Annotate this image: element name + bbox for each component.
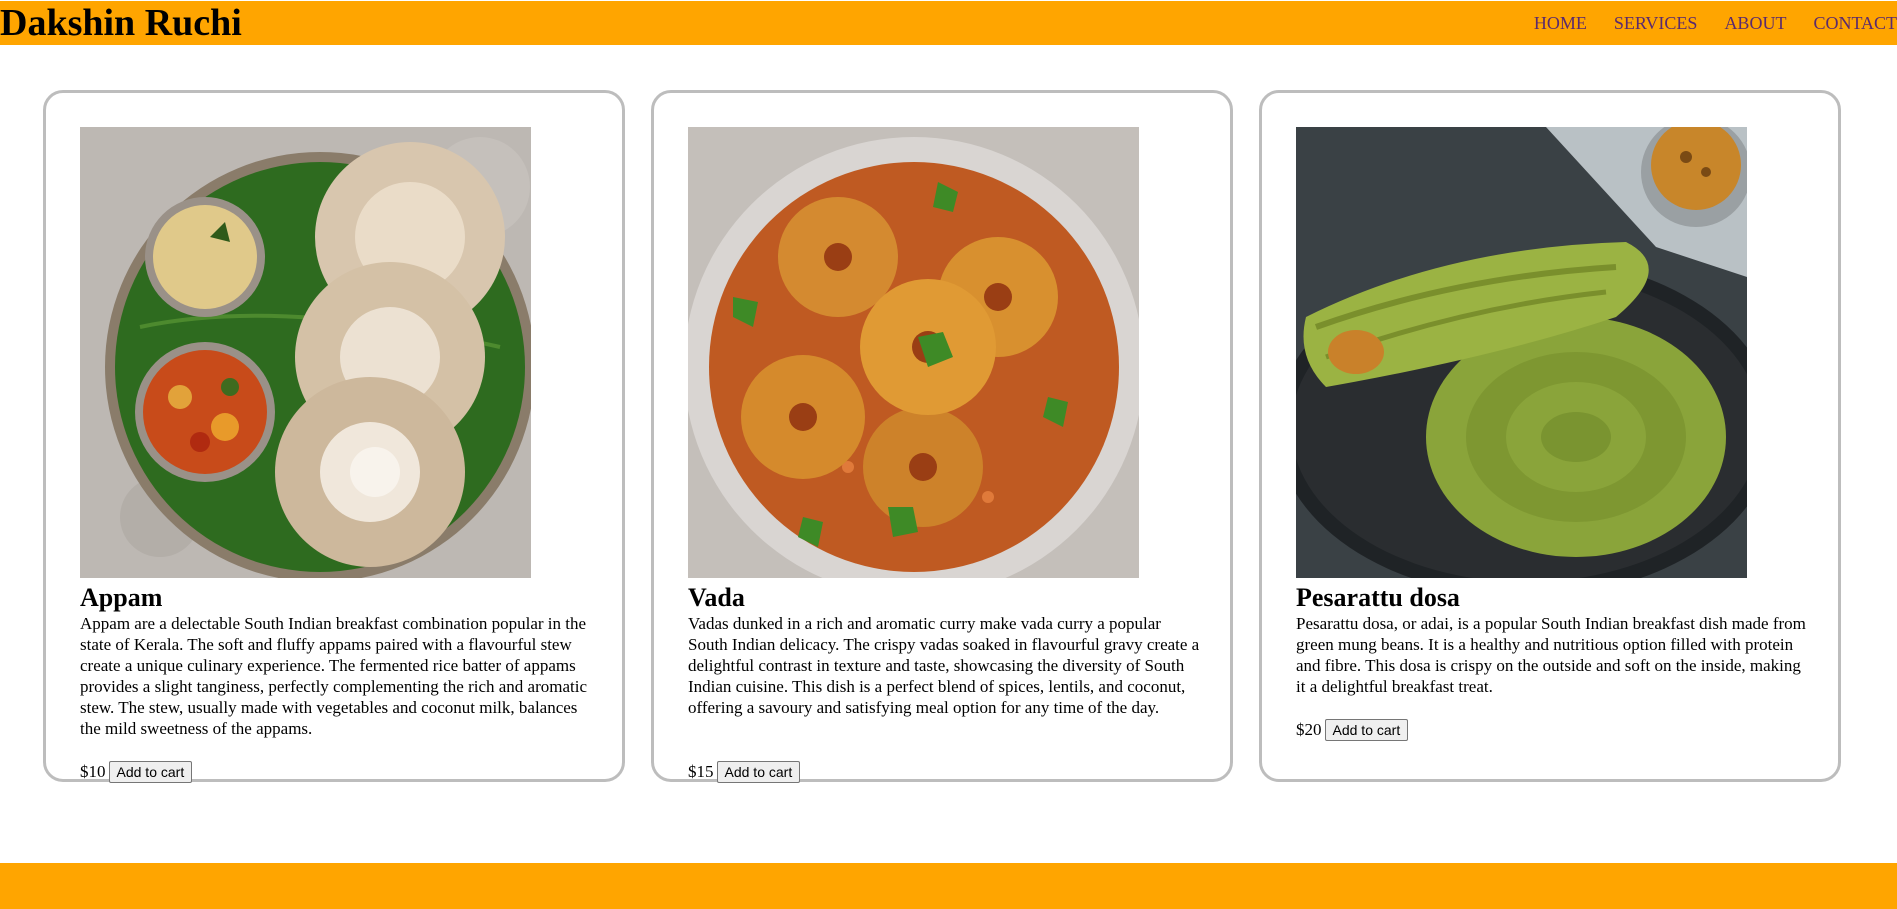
nav-contact-link[interactable]: CONTACT	[1813, 11, 1897, 35]
main-nav: HOME SERVICES ABOUT CONTACT	[1534, 11, 1897, 35]
product-description: Appam are a delectable South Indian brea…	[80, 614, 588, 738]
product-card-appam: Appam Appam are a delectable South India…	[43, 90, 625, 783]
add-to-cart-button[interactable]: Add to cart	[108, 761, 193, 783]
add-to-cart-button[interactable]: Add to cart	[716, 761, 801, 783]
product-title: Vada	[688, 583, 745, 612]
nav-about-link[interactable]: ABOUT	[1724, 11, 1786, 35]
pesarattu-dosa-image	[1296, 127, 1747, 578]
product-card-vada: Vada Vadas dunked in a rich and aromatic…	[651, 90, 1233, 783]
product-description: Pesarattu dosa, or adai, is a popular So…	[1296, 614, 1806, 696]
buy-row: $15 Add to cart	[688, 761, 801, 783]
product-description: Vadas dunked in a rich and aromatic curr…	[688, 614, 1200, 717]
nav-services-link[interactable]: SERVICES	[1614, 11, 1698, 35]
nav-home-link[interactable]: HOME	[1534, 11, 1587, 35]
product-price: $10	[80, 762, 106, 781]
buy-row: $10 Add to cart	[80, 761, 193, 783]
product-title: Appam	[80, 583, 163, 612]
product-list: Appam Appam are a delectable South India…	[43, 90, 1841, 783]
product-title: Pesarattu dosa	[1296, 583, 1460, 612]
buy-row: $20 Add to cart	[1296, 719, 1409, 741]
site-footer	[0, 863, 1897, 909]
site-header: Dakshin Ruchi HOME SERVICES ABOUT CONTAC…	[0, 1, 1897, 45]
product-price: $15	[688, 762, 714, 781]
appam-image	[80, 127, 531, 578]
site-brand: Dakshin Ruchi	[0, 2, 242, 44]
add-to-cart-button[interactable]: Add to cart	[1324, 719, 1409, 741]
product-price: $20	[1296, 720, 1322, 739]
vada-image	[688, 127, 1139, 578]
product-card-pesarattu-dosa: Pesarattu dosa Pesarattu dosa, or adai, …	[1259, 90, 1841, 782]
